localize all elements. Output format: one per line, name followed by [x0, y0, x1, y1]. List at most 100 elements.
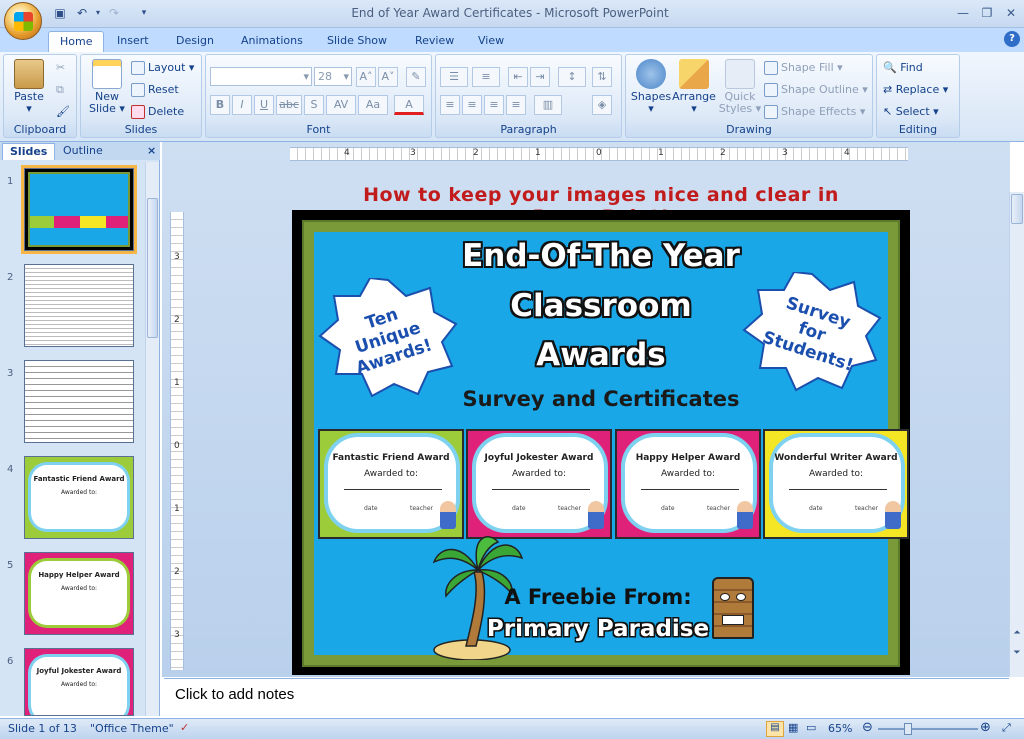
cut-icon[interactable]: ✂: [56, 61, 65, 74]
tab-design[interactable]: Design: [165, 31, 225, 52]
arrange-button[interactable]: Arrange ▾: [672, 59, 716, 115]
new-slide-label-2: Slide: [89, 102, 116, 115]
normal-view-icon[interactable]: ▤: [766, 721, 784, 737]
slide-number: 2: [7, 272, 14, 283]
zoom-slider-thumb[interactable]: [904, 723, 912, 735]
slide-thumbnail-2[interactable]: [24, 264, 134, 347]
slide-title-line-1[interactable]: End-Of-The Year: [314, 238, 888, 274]
shape-effects-button[interactable]: Shape Effects ▾: [764, 105, 865, 119]
decrease-indent-icon[interactable]: ⇤: [508, 67, 528, 87]
next-slide-icon[interactable]: ⏷: [1011, 648, 1023, 662]
zoom-out-icon[interactable]: ⊖: [862, 720, 873, 735]
slide-thumbnail-5[interactable]: Happy Helper Award Awarded to:: [24, 552, 134, 635]
tab-slide-show[interactable]: Slide Show: [316, 31, 398, 52]
spell-check-icon[interactable]: ✓: [180, 721, 189, 734]
minimize-icon[interactable]: —: [950, 4, 976, 22]
bullets-icon[interactable]: ☰: [440, 67, 468, 87]
text-shadow-icon[interactable]: S: [304, 95, 324, 115]
scroll-thumb[interactable]: [147, 198, 158, 338]
undo-icon[interactable]: ↶: [74, 5, 90, 21]
font-color-icon[interactable]: A: [394, 95, 424, 115]
help-icon[interactable]: ?: [1004, 31, 1020, 47]
save-icon[interactable]: ▣: [52, 5, 68, 21]
office-button[interactable]: [4, 2, 42, 40]
slide-thumbnail-4[interactable]: Fantastic Friend Award Awarded to:: [24, 456, 134, 539]
align-right-icon[interactable]: ≡: [484, 95, 504, 115]
zoom-level[interactable]: 65%: [828, 722, 852, 735]
certificate-card[interactable]: Wonderful Writer Award Awarded to: date tea…: [763, 429, 909, 539]
certificate-card[interactable]: Fantastic Friend Award Awarded to: date tea…: [318, 429, 464, 539]
font-name-combo[interactable]: ▾: [210, 67, 312, 86]
bold-icon[interactable]: B: [210, 95, 230, 115]
certificate-card[interactable]: Joyful Jokester Award Awarded to: date teac…: [466, 429, 612, 539]
shrink-font-icon[interactable]: A˅: [378, 67, 398, 87]
grow-font-icon[interactable]: A˄: [356, 67, 376, 87]
change-case-icon[interactable]: Aa: [358, 95, 388, 115]
italic-icon[interactable]: I: [232, 95, 252, 115]
font-size-combo[interactable]: 28 ▾: [314, 67, 352, 86]
close-pane-icon[interactable]: ×: [140, 143, 163, 160]
zoom-in-icon[interactable]: ⊕: [980, 720, 991, 735]
tab-slides-pane[interactable]: Slides: [2, 143, 56, 160]
find-button[interactable]: 🔍 Find: [883, 61, 923, 74]
reset-button[interactable]: Reset: [131, 83, 179, 97]
previous-slide-icon[interactable]: ⏶: [1011, 628, 1023, 642]
delete-button[interactable]: Delete: [131, 105, 184, 119]
align-left-icon[interactable]: ≡: [440, 95, 460, 115]
character-spacing-icon[interactable]: AV: [326, 95, 356, 115]
slide-show-icon[interactable]: ▭: [806, 721, 816, 734]
redo-icon[interactable]: ↷: [106, 5, 122, 21]
slide-number: 1: [7, 176, 14, 187]
tiki-illustration[interactable]: [712, 577, 754, 639]
numbering-icon[interactable]: ≡: [472, 67, 500, 87]
zoom-slider-track[interactable]: [878, 728, 978, 730]
notes-placeholder[interactable]: Click to add notes: [175, 686, 294, 703]
tab-review[interactable]: Review: [404, 31, 465, 52]
tab-animations[interactable]: Animations: [230, 31, 314, 52]
replace-button[interactable]: ⇄ Replace ▾: [883, 83, 948, 96]
scroll-thumb[interactable]: [1011, 194, 1023, 224]
tab-insert[interactable]: Insert: [106, 31, 160, 52]
layout-button[interactable]: Layout ▾: [131, 61, 194, 75]
tab-home[interactable]: Home: [48, 31, 105, 52]
justify-icon[interactable]: ≡: [506, 95, 526, 115]
undo-dropdown-icon[interactable]: ▾: [90, 5, 106, 21]
strikethrough-icon[interactable]: abc: [276, 95, 302, 115]
badge-left[interactable]: Ten Unique Awards!: [318, 278, 458, 398]
smartart-icon[interactable]: ◈: [592, 95, 612, 115]
slides-pane-scrollbar[interactable]: [145, 162, 159, 716]
badge-right[interactable]: Survey for Students!: [742, 272, 882, 392]
align-center-icon[interactable]: ≡: [462, 95, 482, 115]
new-slide-button[interactable]: New Slide ▾: [87, 59, 127, 115]
slide-scrollbar[interactable]: ⏶ ⏷: [1009, 192, 1024, 677]
certificate-card[interactable]: Happy Helper Award Awarded to: date teacher: [615, 429, 761, 539]
columns-icon[interactable]: ▥: [534, 95, 562, 115]
paste-button[interactable]: Paste ▾: [10, 59, 48, 115]
select-button[interactable]: ↖ Select ▾: [883, 105, 939, 118]
customize-qat-icon[interactable]: ▾: [136, 5, 152, 21]
quick-styles-button[interactable]: Quick Styles ▾: [718, 59, 762, 115]
restore-icon[interactable]: ❐: [974, 4, 1000, 22]
slide-thumbnail-1[interactable]: [24, 168, 134, 251]
slide[interactable]: End-Of-The Year Classroom Awards Survey …: [292, 210, 910, 675]
shapes-button[interactable]: Shapes ▾: [630, 59, 672, 115]
format-painter-icon[interactable]: 🖌: [56, 105, 70, 118]
slide-thumbnail-3[interactable]: [24, 360, 134, 443]
shape-outline-button[interactable]: Shape Outline ▾: [764, 83, 868, 97]
tab-view[interactable]: View: [467, 31, 515, 52]
fit-to-window-icon[interactable]: ⤢: [1002, 721, 1011, 735]
close-icon[interactable]: ✕: [998, 4, 1024, 22]
certificate-cloud: [328, 437, 456, 529]
underline-icon[interactable]: U: [254, 95, 274, 115]
slide-frame: End-Of-The Year Classroom Awards Survey …: [302, 220, 909, 667]
line-spacing-icon[interactable]: ↕: [558, 67, 586, 87]
copy-icon[interactable]: ⧉: [56, 83, 64, 97]
kid-illustration: [737, 501, 753, 529]
slide-thumbnail-6[interactable]: Joyful Jokester Award Awarded to:: [24, 648, 134, 716]
increase-indent-icon[interactable]: ⇥: [530, 67, 550, 87]
clear-formatting-icon[interactable]: ✎: [406, 67, 426, 87]
text-direction-icon[interactable]: ⇅: [592, 67, 612, 87]
tab-outline-pane[interactable]: Outline: [56, 143, 110, 160]
shape-fill-button[interactable]: Shape Fill ▾: [764, 61, 843, 75]
slide-sorter-icon[interactable]: ▦: [788, 721, 798, 734]
